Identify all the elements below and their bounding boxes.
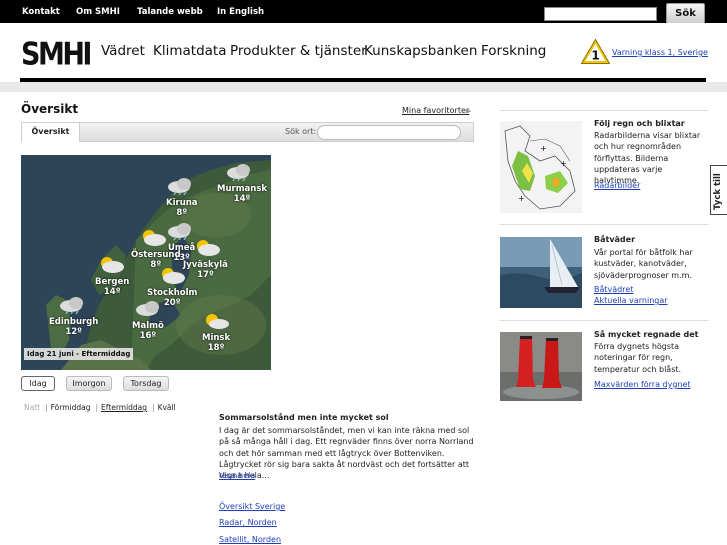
card-text-regn: Förra dygnets högsta noteringar för regn…	[594, 342, 682, 374]
day-button-idag[interactable]: Idag	[21, 376, 55, 391]
time-formiddag[interactable]: Förmiddag	[51, 403, 91, 412]
card-text-batvader: Vår portal för båtfolk har kustväder, ka…	[594, 248, 693, 280]
svg-text:+: +	[560, 159, 567, 168]
topbar-link-kontakt[interactable]: Kontakt	[22, 7, 60, 17]
warning-level-number: 1	[591, 49, 599, 63]
news-read-more-link[interactable]: Visa hela	[219, 471, 255, 480]
favorites-link[interactable]: Mina favoritorter	[402, 106, 469, 115]
link-satellit-norden[interactable]: Satellit, Norden	[219, 535, 281, 544]
topbar-link-om-smhi[interactable]: Om SMHI	[76, 7, 120, 17]
site-search-input[interactable]	[544, 7, 657, 21]
sailboat-image[interactable]	[500, 237, 582, 308]
city-temp: 16º	[139, 331, 157, 341]
sun-cloud-icon	[101, 257, 124, 273]
city-name: Edinburgh	[49, 317, 99, 327]
city-name: Bergen	[95, 277, 130, 287]
city-temp: 12º	[65, 327, 82, 337]
cloud-icon	[60, 297, 83, 314]
link-radar-norden[interactable]: Radar, Norden	[219, 518, 277, 527]
card-title-regn: Så mycket regnade det	[594, 330, 699, 339]
card-text-radar: Radarbilderna visar blixtar och hur regn…	[594, 131, 701, 186]
link-radarbilder[interactable]: Radarbilder	[594, 181, 640, 190]
nav-vadret[interactable]: Vädret	[101, 43, 145, 59]
city-edinburgh[interactable]: Edinburgh 12º	[49, 317, 98, 337]
city-name: Malmö	[132, 321, 164, 331]
city-name: Kiruna	[166, 198, 198, 208]
city-minsk[interactable]: Minsk 18º	[202, 333, 230, 353]
city-bergen[interactable]: Bergen 14º	[95, 277, 129, 297]
cloud-icon	[136, 301, 159, 316]
time-natt: Natt	[24, 403, 41, 412]
gray-band	[0, 82, 727, 92]
tab-oversikt[interactable]: Översikt	[21, 122, 80, 142]
right-divider	[500, 320, 708, 321]
link-batvadret[interactable]: Båtvädret	[594, 285, 633, 294]
city-temp: 14º	[103, 287, 121, 297]
nav-klimatdata[interactable]: Klimatdata	[153, 43, 226, 59]
day-button-torsdag[interactable]: Torsdag	[123, 376, 169, 391]
time-eftermiddag[interactable]: Eftermiddag	[101, 403, 147, 412]
feedback-tab[interactable]: Tyck till	[710, 165, 727, 215]
city-temp: 14º	[233, 194, 251, 204]
weather-map[interactable]: Murmansk 14º Kiruna 8º Umeå 13º Östersund 8º…	[21, 155, 271, 370]
link-oversikt-sverige[interactable]: Översikt Sverige	[219, 502, 285, 511]
nav-forskning[interactable]: Forskning	[481, 43, 546, 59]
feedback-tab-label: Tyck till	[713, 173, 723, 210]
city-name: Östersund	[131, 250, 181, 260]
city-name: Stockholm	[147, 288, 198, 298]
city-kiruna[interactable]: Kiruna 8º	[166, 198, 198, 218]
timeline-separator: |	[95, 403, 99, 412]
news-title: Sommarsolstånd men inte mycket sol	[219, 413, 389, 422]
warning-link[interactable]: Varning klass 1, Sverige	[612, 48, 708, 57]
svg-text:+: +	[518, 194, 525, 203]
time-kvall[interactable]: Kväll	[158, 403, 176, 412]
nav-produkter[interactable]: Produkter & tjänster	[230, 43, 367, 59]
city-name: Minsk	[202, 333, 231, 343]
city-temp: 18º	[207, 343, 225, 353]
sun-cloud-icon	[197, 240, 220, 256]
city-temp: 17º	[197, 270, 214, 280]
place-search-label: Sök ort:	[285, 127, 317, 136]
map-date-label: Idag 21 juni - Eftermiddag	[24, 348, 134, 360]
topbar-link-talande-webb[interactable]: Talande webb	[137, 7, 203, 17]
nav-kunskapsbanken[interactable]: Kunskapsbanken	[364, 43, 477, 59]
card-title-radar: Följ regn och blixtar	[594, 119, 685, 128]
smhi-logo[interactable]: SMHI	[21, 37, 92, 73]
timeline-separator: |	[45, 403, 48, 412]
link-aktuella-varningar[interactable]: Aktuella varningar	[594, 296, 668, 305]
svg-text:+: +	[540, 144, 547, 153]
warning-triangle-icon[interactable]: 1	[580, 38, 611, 65]
city-malmo[interactable]: Malmö 16º	[132, 321, 164, 341]
sun-cloud-icon	[162, 268, 185, 284]
city-name: Murmansk	[217, 184, 268, 194]
link-maxvarden[interactable]: Maxvärden förra dygnet	[594, 380, 691, 389]
city-jyvaskyla[interactable]: Jyväskylä 17º	[183, 260, 228, 280]
topbar-link-in-english[interactable]: In English	[217, 7, 264, 17]
cloud-icon	[168, 178, 191, 195]
site-search-button[interactable]: Sök	[666, 3, 705, 24]
right-divider	[500, 110, 708, 111]
day-button-imorgon[interactable]: Imorgon	[66, 376, 112, 391]
card-title-batvader: Båtväder	[594, 235, 636, 244]
sun-cloud-icon	[206, 314, 229, 329]
overview-heading: Översikt	[21, 102, 79, 116]
right-divider	[500, 224, 708, 225]
timeline-separator: |	[152, 403, 155, 412]
place-search-input[interactable]	[317, 125, 461, 140]
city-name: Jyväskylä	[183, 260, 228, 270]
cloud-icon	[168, 223, 191, 240]
radar-map-image[interactable]: + + +	[500, 121, 582, 213]
time-of-day-selector: Natt | Förmiddag | Eftermiddag | Kväll	[24, 403, 178, 412]
city-temp: 8º	[176, 208, 188, 218]
chevron-right-icon: ▶	[466, 107, 472, 115]
city-murmansk[interactable]: Murmansk 14º	[217, 184, 267, 204]
news-body: I dag är det sommarsolståndet, men vi ka…	[219, 426, 474, 481]
rain-boots-image[interactable]	[500, 332, 582, 401]
sun-cloud-icon	[143, 230, 166, 246]
cloud-icon	[227, 164, 250, 181]
